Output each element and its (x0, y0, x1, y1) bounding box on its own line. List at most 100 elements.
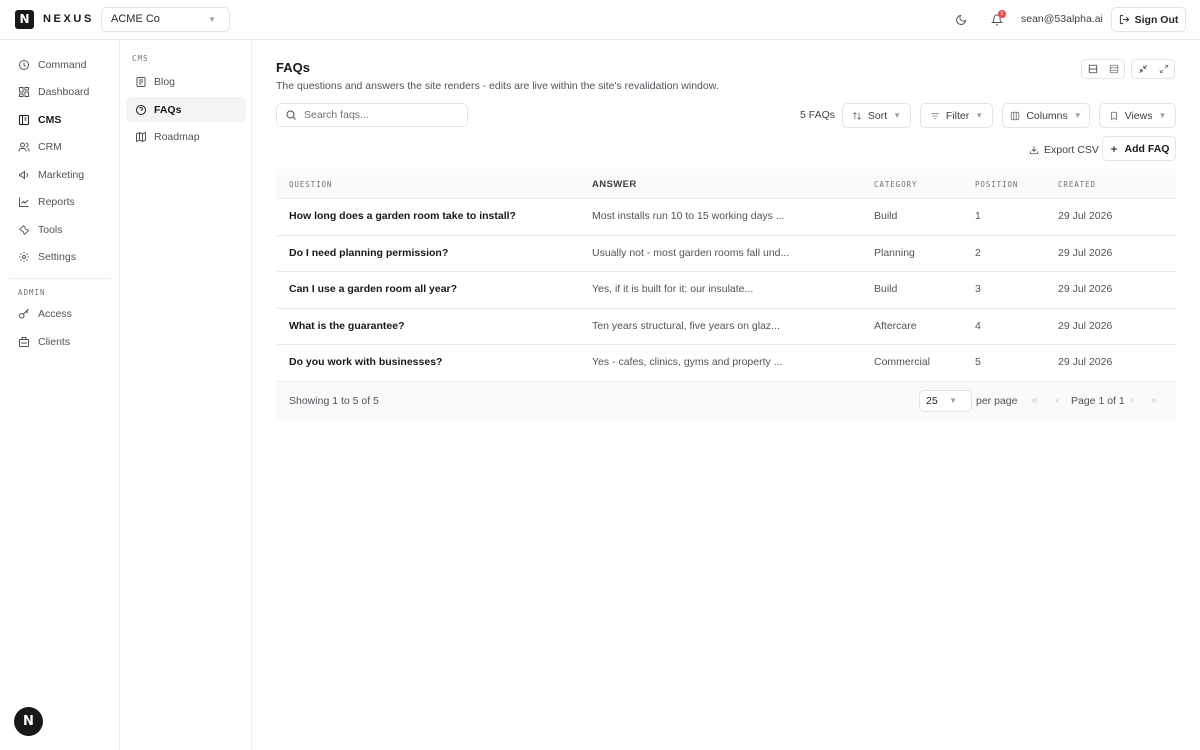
export-csv-button[interactable]: Export CSV (1029, 139, 1099, 161)
cell-created: 29 Jul 2026 (1058, 246, 1113, 259)
chevrons-right-icon: » (1150, 395, 1157, 407)
last-page-button[interactable]: » (1145, 393, 1162, 409)
sidebar-item-marketing[interactable]: Marketing (9, 163, 111, 187)
layout-rows-button[interactable] (1103, 60, 1124, 78)
sidebar-item-label: Clients (38, 336, 71, 348)
column-header-created[interactable]: CREATED (1058, 180, 1096, 189)
app-name[interactable]: NEXUS (43, 13, 94, 25)
subnav-item-faqs[interactable]: FAQs (126, 97, 246, 122)
table-row[interactable]: How long does a garden room take to inst… (276, 199, 1176, 236)
cell-created: 29 Jul 2026 (1058, 356, 1113, 369)
theme-toggle-button[interactable] (951, 10, 971, 30)
cell-answer: Usually not - most garden rooms fall und… (592, 246, 790, 259)
export-csv-label: Export CSV (1044, 144, 1099, 156)
subnav-item-roadmap[interactable]: Roadmap (126, 124, 246, 149)
notifications-button[interactable]: 6 (987, 10, 1007, 30)
views-label: Views (1124, 109, 1153, 122)
chevron-down-icon: ▼ (949, 395, 957, 405)
page-subtitle: The questions and answers the site rende… (276, 80, 719, 92)
sort-button[interactable]: Sort ▼ (842, 103, 911, 128)
sidebar-item-crm[interactable]: CRM (9, 135, 111, 159)
sidebar-item-label: Access (38, 308, 72, 320)
subnav-item-label: Roadmap (154, 130, 200, 143)
sidebar-item-dashboard[interactable]: Dashboard (9, 80, 111, 104)
wrench-icon (19, 225, 29, 235)
prev-page-button[interactable]: ‹ (1049, 393, 1066, 409)
sidebar-item-tools[interactable]: Tools (9, 218, 111, 242)
sidebar-item-cms[interactable]: CMS (9, 108, 111, 132)
chevron-left-icon: ‹ (1055, 395, 1060, 407)
sidebar-item-label: Tools (38, 224, 63, 236)
chevron-down-icon: ▼ (893, 111, 902, 120)
logo-mark[interactable]: N (15, 10, 34, 29)
add-faq-button[interactable]: Add FAQ (1102, 136, 1176, 161)
table-row[interactable]: What is the guarantee? Ten years structu… (276, 309, 1176, 346)
page-title: FAQs (276, 60, 310, 75)
sign-out-button[interactable]: Sign Out (1111, 7, 1186, 32)
sidebar-divider (9, 278, 111, 279)
chevrons-left-icon: « (1031, 395, 1038, 407)
column-header-position[interactable]: POSITION (975, 180, 1018, 189)
cell-position: 5 (975, 356, 981, 369)
sidebar-item-label: Marketing (38, 169, 85, 181)
command-icon (19, 60, 29, 70)
cell-position: 3 (975, 283, 981, 296)
per-page-select[interactable]: 25 ▼ (919, 389, 972, 412)
column-header-answer[interactable]: ANSWER (592, 179, 637, 190)
assistant-fab-button[interactable]: N (14, 707, 43, 736)
subnav-item-blog[interactable]: Blog (126, 69, 246, 94)
result-count: 5 FAQs (800, 109, 836, 121)
column-header-category[interactable]: CATEGORY (874, 180, 917, 189)
layout-split-button[interactable] (1082, 60, 1103, 78)
subnav-section-label: CMS (132, 54, 149, 63)
table-row[interactable]: Do you work with businesses? Yes - cafes… (276, 345, 1176, 382)
filter-button[interactable]: Filter ▼ (920, 103, 993, 128)
column-header-question[interactable]: QUESTION (289, 180, 332, 189)
sidebar-item-access[interactable]: Access (9, 302, 111, 326)
megaphone-icon (19, 170, 28, 180)
layout-split-icon (1088, 64, 1097, 74)
sidebar-item-settings[interactable]: Settings (9, 245, 111, 269)
cell-category: Build (874, 210, 898, 222)
cell-position: 4 (975, 319, 981, 332)
sidebar-item-label: Reports (38, 196, 75, 208)
views-button[interactable]: Views ▼ (1099, 103, 1176, 128)
table-row[interactable]: Can I use a garden room all year? Yes, i… (276, 272, 1176, 309)
chevron-down-icon: ▼ (975, 111, 984, 120)
sort-icon (852, 111, 861, 120)
density-toggle (1081, 59, 1125, 79)
cell-category: Planning (874, 246, 915, 259)
sort-label: Sort (867, 109, 888, 122)
cell-answer: Yes, if it is built for it: our insulate… (592, 283, 754, 296)
notification-badge: 6 (998, 10, 1006, 18)
sidebar-item-clients[interactable]: Clients (9, 330, 111, 354)
bookmark-icon (1110, 111, 1117, 121)
columns-button[interactable]: Columns ▼ (1002, 103, 1090, 128)
cell-category: Aftercare (874, 319, 917, 332)
cell-category: Build (874, 283, 898, 296)
layout-rows-icon (1109, 64, 1118, 74)
dashboard-icon (19, 87, 29, 97)
main-content: FAQs The questions and answers the site … (252, 40, 1200, 750)
showing-range: Showing 1 to 5 of 5 (289, 394, 379, 407)
minimize-icon (1138, 64, 1147, 74)
first-page-button[interactable]: « (1026, 393, 1043, 409)
sidebar-item-reports[interactable]: Reports (9, 190, 111, 214)
sidebar-item-command[interactable]: Command (9, 53, 111, 77)
chevron-down-icon: ▼ (1158, 111, 1167, 120)
user-email[interactable]: sean@53alpha.ai (1021, 13, 1103, 25)
cell-question: Can I use a garden room all year? (289, 283, 458, 296)
building-icon (19, 337, 29, 347)
plus-icon (1110, 145, 1117, 152)
next-page-button[interactable]: › (1123, 393, 1140, 409)
org-select-value: ACME Co (111, 13, 160, 25)
subnav-item-label: Blog (154, 75, 176, 88)
collapse-button[interactable] (1132, 60, 1153, 78)
chevron-right-icon: › (1129, 395, 1134, 407)
cms-subnav: CMS Blog FAQs Roadmap (120, 40, 252, 750)
org-select[interactable]: ACME Co ▼ (101, 7, 230, 32)
map-icon (136, 131, 146, 142)
table-row[interactable]: Do I need planning permission? Usually n… (276, 236, 1176, 273)
expand-button[interactable] (1153, 60, 1174, 78)
search-input[interactable] (304, 109, 454, 121)
